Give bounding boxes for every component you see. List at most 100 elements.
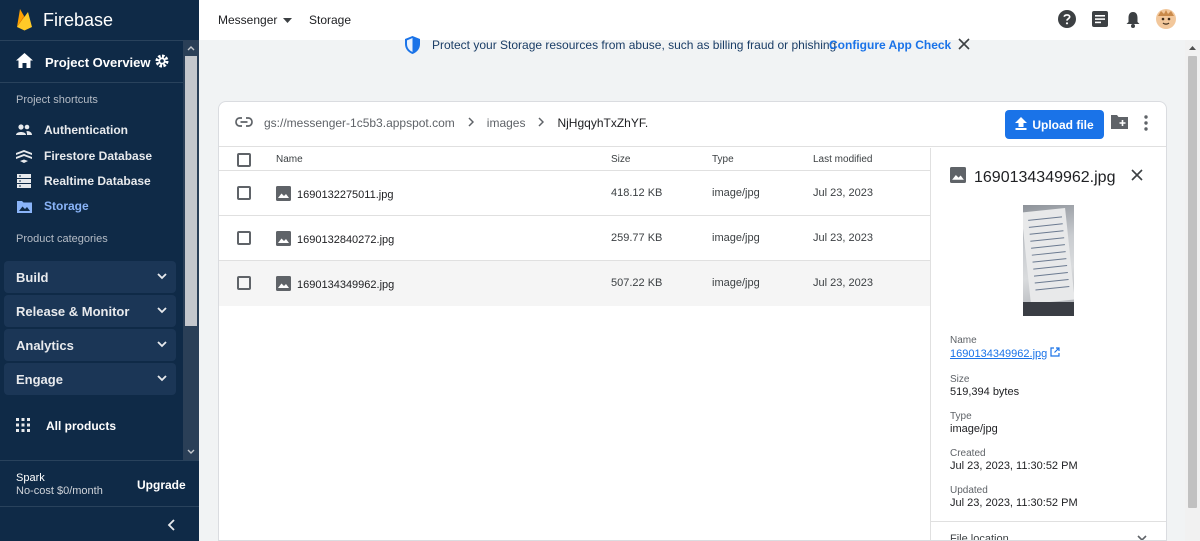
table-row[interactable]: 1690132275011.jpg 418.12 KB image/jpg Ju…: [219, 171, 930, 216]
chevron-down-icon: [156, 304, 168, 319]
storage-browser: gs://messenger-1c5b3.appspot.com images …: [218, 101, 1167, 541]
chevron-right-icon: [468, 116, 474, 130]
file-modified: Jul 23, 2023: [813, 187, 873, 199]
sidebar-divider: [0, 460, 199, 461]
file-location-toggle[interactable]: File location: [950, 533, 1009, 540]
sidebar-scroll-thumb[interactable]: [185, 56, 197, 326]
project-name: Messenger: [218, 13, 278, 27]
upload-file-button[interactable]: Upload file: [1005, 110, 1104, 139]
home-icon: [16, 53, 33, 71]
table-row[interactable]: 1690132840272.jpg 259.77 KB image/jpg Ju…: [219, 216, 930, 261]
image-file-icon: [276, 186, 291, 204]
detail-file-name: 1690134349962.jpg: [974, 168, 1116, 186]
new-folder-icon[interactable]: [1111, 115, 1128, 132]
all-products-link[interactable]: All products: [16, 416, 116, 436]
categories-heading: Product categories: [16, 233, 108, 245]
page-scrollbar[interactable]: [1185, 40, 1200, 541]
plan-detail: No-cost $0/month: [16, 485, 103, 497]
file-size: 507.22 KB: [611, 277, 663, 289]
chevron-down-icon[interactable]: [1136, 532, 1148, 540]
open-in-new-icon: [1050, 347, 1060, 360]
row-checkbox[interactable]: [237, 231, 251, 245]
file-modified: Jul 23, 2023: [813, 277, 873, 289]
plan-name: Spark: [16, 472, 45, 484]
file-detail-panel: 1690134349962.jpg Name 1690134349962.jpg…: [930, 148, 1166, 540]
size-label: Size: [950, 374, 970, 385]
sidebar-item-label: Storage: [44, 199, 89, 213]
project-overview-link[interactable]: Project Overview: [16, 52, 176, 72]
upload-icon: [1015, 116, 1028, 133]
file-type: image/jpg: [712, 187, 760, 199]
all-products-label: All products: [46, 419, 117, 433]
column-type[interactable]: Type: [712, 154, 734, 165]
category-analytics[interactable]: Analytics: [4, 329, 176, 361]
column-last-modified[interactable]: Last modified: [813, 154, 872, 165]
row-checkbox[interactable]: [237, 276, 251, 290]
chevron-down-icon: [156, 270, 168, 285]
breadcrumb-current[interactable]: NjHgqyhTxZhYF.: [557, 116, 648, 130]
file-type: image/jpg: [712, 232, 760, 244]
column-size[interactable]: Size: [611, 154, 630, 165]
category-label: Build: [16, 269, 49, 285]
app-check-banner: Protect your Storage resources from abus…: [199, 33, 1185, 59]
column-name[interactable]: Name: [276, 154, 303, 165]
bell-icon[interactable]: [1123, 9, 1143, 29]
people-icon: [16, 122, 32, 138]
project-selector[interactable]: Messenger: [218, 13, 293, 27]
category-label: Engage: [16, 371, 63, 387]
caret-down-icon: [283, 13, 293, 27]
breadcrumb-bucket[interactable]: gs://messenger-1c5b3.appspot.com: [264, 116, 455, 130]
file-preview-thumbnail[interactable]: [1023, 205, 1074, 316]
plan-info: Spark No-cost $0/month: [16, 472, 103, 498]
help-icon[interactable]: [1057, 9, 1077, 29]
category-engage[interactable]: Engage: [4, 363, 176, 395]
file-name-cell[interactable]: 1690134349962.jpg: [276, 276, 394, 294]
breadcrumb: gs://messenger-1c5b3.appspot.com images …: [235, 116, 648, 130]
file-name: 1690132275011.jpg: [297, 189, 394, 201]
firestore-icon: [16, 148, 32, 164]
sidebar-item-authentication[interactable]: Authentication: [16, 120, 176, 140]
detail-divider: [931, 521, 1166, 522]
sidebar-divider: [0, 82, 183, 83]
image-file-icon: [276, 231, 291, 249]
page-scroll-thumb[interactable]: [1188, 56, 1197, 508]
category-build[interactable]: Build: [4, 261, 176, 293]
name-label: Name: [950, 335, 977, 346]
sidebar-item-storage[interactable]: Storage: [16, 196, 176, 216]
sidebar-scrollbar[interactable]: [183, 40, 199, 460]
row-checkbox[interactable]: [237, 186, 251, 200]
breadcrumb-folder[interactable]: images: [487, 116, 526, 130]
firebase-logo-icon: [16, 7, 33, 34]
avatar[interactable]: [1156, 9, 1176, 29]
select-all-checkbox[interactable]: [237, 153, 251, 167]
release-notes-icon[interactable]: [1090, 9, 1110, 29]
category-label: Release & Monitor: [16, 303, 130, 319]
updated-value: Jul 23, 2023, 11:30:52 PM: [950, 497, 1078, 509]
name-link[interactable]: 1690134349962.jpg: [950, 347, 1060, 360]
name-value: 1690134349962.jpg: [950, 347, 1048, 360]
sidebar-item-realtime-database[interactable]: Realtime Database: [16, 171, 176, 191]
file-name-cell[interactable]: 1690132275011.jpg: [276, 186, 393, 204]
file-type: image/jpg: [712, 277, 760, 289]
more-options-icon[interactable]: [1144, 115, 1148, 134]
file-name-cell[interactable]: 1690132840272.jpg: [276, 231, 394, 249]
configure-app-check-link[interactable]: Configure App Check: [829, 38, 951, 52]
sidebar-divider: [0, 506, 199, 507]
database-icon: [16, 173, 32, 189]
upgrade-button[interactable]: Upgrade: [137, 478, 186, 492]
chevron-down-icon: [156, 372, 168, 387]
preview-page: [1023, 207, 1074, 305]
sidebar-item-firestore-database[interactable]: Firestore Database: [16, 146, 176, 166]
close-banner-icon[interactable]: [957, 37, 971, 54]
brand[interactable]: Firebase: [16, 8, 113, 32]
collapse-sidebar-icon[interactable]: [166, 518, 178, 535]
category-release-monitor[interactable]: Release & Monitor: [4, 295, 176, 327]
table-row-selected[interactable]: 1690134349962.jpg 507.22 KB image/jpg Ju…: [219, 261, 930, 306]
link-icon[interactable]: [235, 116, 253, 130]
detail-title: 1690134349962.jpg: [950, 167, 1115, 188]
gear-icon[interactable]: [154, 53, 170, 72]
image-folder-icon: [16, 198, 32, 214]
shield-icon: [405, 36, 420, 57]
close-panel-icon[interactable]: [1130, 168, 1144, 185]
shortcuts-heading: Project shortcuts: [16, 94, 98, 106]
